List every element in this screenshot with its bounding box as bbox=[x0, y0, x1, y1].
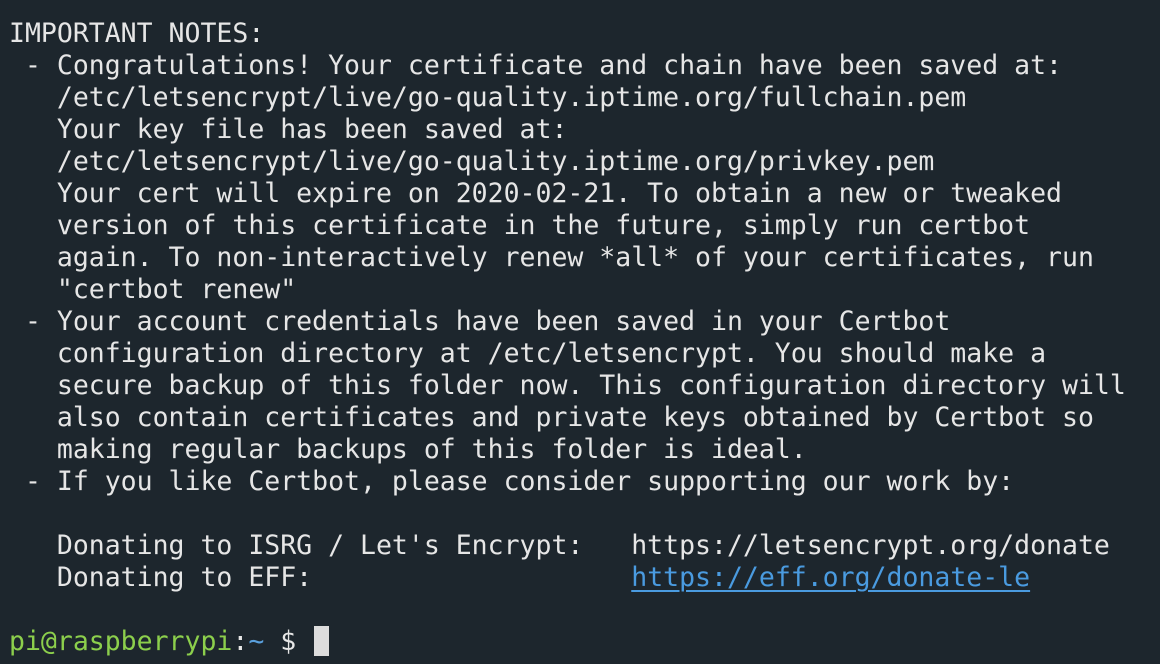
eff-donate-label: Donating to EFF: bbox=[9, 562, 632, 593]
output-line: also contain certificates and private ke… bbox=[9, 402, 1094, 433]
output-line: - Congratulations! Your certificate and … bbox=[9, 50, 1062, 81]
prompt-user-host: pi@raspberrypi bbox=[9, 626, 233, 657]
output-line: - Your account credentials have been sav… bbox=[9, 306, 951, 337]
shell-prompt-line[interactable]: pi@raspberrypi:~ $ bbox=[9, 626, 1160, 658]
output-line: secure backup of this folder now. This c… bbox=[9, 370, 1126, 401]
output-line: "certbot renew" bbox=[9, 274, 297, 305]
output-line: IMPORTANT NOTES: bbox=[9, 18, 265, 49]
output-line: - If you like Certbot, please consider s… bbox=[9, 466, 1015, 497]
eff-donate-link[interactable]: https://eff.org/donate-le bbox=[631, 562, 1030, 593]
output-line: again. To non-interactively renew *all* … bbox=[9, 242, 1094, 273]
output-line: making regular backups of this folder is… bbox=[9, 434, 807, 465]
prompt-separator: : bbox=[232, 626, 249, 657]
prompt-path: ~ bbox=[248, 626, 265, 657]
prompt-symbol: $ bbox=[264, 626, 313, 657]
output-line: configuration directory at /etc/letsencr… bbox=[9, 338, 1047, 369]
output-line: Your key file has been saved at: bbox=[9, 114, 568, 145]
terminal-output: IMPORTANT NOTES: - Congratulations! Your… bbox=[9, 18, 1160, 626]
terminal-window[interactable]: IMPORTANT NOTES: - Congratulations! Your… bbox=[0, 0, 1160, 664]
text-cursor bbox=[314, 626, 330, 656]
eff-donate-line: Donating to EFF: https://eff.org/donate-… bbox=[9, 562, 1160, 594]
output-line: /etc/letsencrypt/live/go-quality.iptime.… bbox=[9, 82, 967, 113]
output-line: Donating to ISRG / Let's Encrypt: https:… bbox=[9, 530, 1110, 561]
output-line: Your cert will expire on 2020-02-21. To … bbox=[9, 178, 1062, 209]
output-line: /etc/letsencrypt/live/go-quality.iptime.… bbox=[9, 146, 935, 177]
output-line: version of this certificate in the futur… bbox=[9, 210, 1031, 241]
